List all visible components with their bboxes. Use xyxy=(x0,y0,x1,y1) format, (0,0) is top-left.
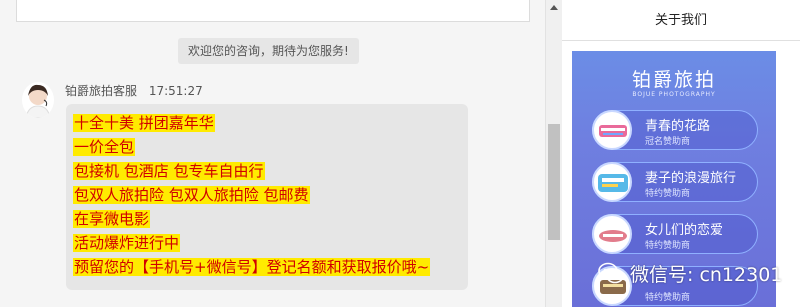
show-logo-icon xyxy=(592,162,632,202)
message-bubble: 十全十美 拼团嘉年华 一价全包 包接机 包酒店 包专车自由行 包双人旅拍险 包双… xyxy=(66,104,468,290)
sponsor-item: 青春的花路 冠名赞助商 xyxy=(592,110,758,150)
message-line: 包接机 包酒店 包专车自由行 xyxy=(73,162,265,180)
message-line: 十全十美 拼团嘉年华 xyxy=(73,114,215,132)
message-line: 活动爆炸进行中 xyxy=(73,234,181,252)
sponsor-role: 特约赞助商 xyxy=(645,189,691,199)
sponsor-role: 冠名赞助商 xyxy=(645,137,691,147)
message-line: 包双人旅拍险 包双人旅拍险 包邮费 xyxy=(73,186,310,204)
watermark: 微信号: cn12301 xyxy=(598,256,782,290)
chat-pane: 欢迎您的咨询，期待为您服务! 铂爵旅拍客服 17:51:27 十全十美 拼团嘉年… xyxy=(0,0,545,307)
message-line: 在享微电影 xyxy=(73,210,151,228)
agent-meta: 铂爵旅拍客服 17:51:27 xyxy=(65,82,203,99)
message-timestamp: 17:51:27 xyxy=(148,84,203,98)
sponsor-title: 妻子的浪漫旅行 xyxy=(645,171,737,186)
sponsor-role: 特约赞助商 xyxy=(645,293,691,303)
sponsor-role: 特约赞助商 xyxy=(645,241,691,251)
scroll-up-arrow-icon[interactable] xyxy=(550,5,558,10)
show-logo-icon xyxy=(592,214,632,254)
message-line: 预留您的【手机号+微信号】登记名额和获取报价哦~ xyxy=(73,258,431,276)
agent-avatar xyxy=(22,82,54,118)
sponsor-title: 青春的花路 xyxy=(645,119,711,134)
previous-message-box xyxy=(16,0,530,22)
sponsor-title: 女儿们的恋爱 xyxy=(645,223,724,238)
system-notice: 欢迎您的咨询，期待为您服务! xyxy=(178,38,359,64)
scroll-thumb[interactable] xyxy=(548,124,560,240)
sponsor-item: 女儿们的恋爱 特约赞助商 xyxy=(592,214,758,254)
brand-subtitle: BOJUE PHOTOGRAPHY xyxy=(632,91,716,98)
message-line: 一价全包 xyxy=(73,138,136,156)
brand-title: 铂爵旅拍 xyxy=(631,69,716,91)
show-logo-icon xyxy=(592,110,632,150)
watermark-text: 微信号: cn12301 xyxy=(630,263,783,286)
agent-name: 铂爵旅拍客服 xyxy=(65,84,138,98)
chat-scrollbar[interactable] xyxy=(545,0,562,307)
app-root: 欢迎您的咨询，期待为您服务! 铂爵旅拍客服 17:51:27 十全十美 拼团嘉年… xyxy=(0,0,800,307)
wechat-icon xyxy=(598,262,624,284)
tab-about-us[interactable]: 关于我们 xyxy=(562,0,800,41)
sponsor-item: 妻子的浪漫旅行 特约赞助商 xyxy=(592,162,758,202)
